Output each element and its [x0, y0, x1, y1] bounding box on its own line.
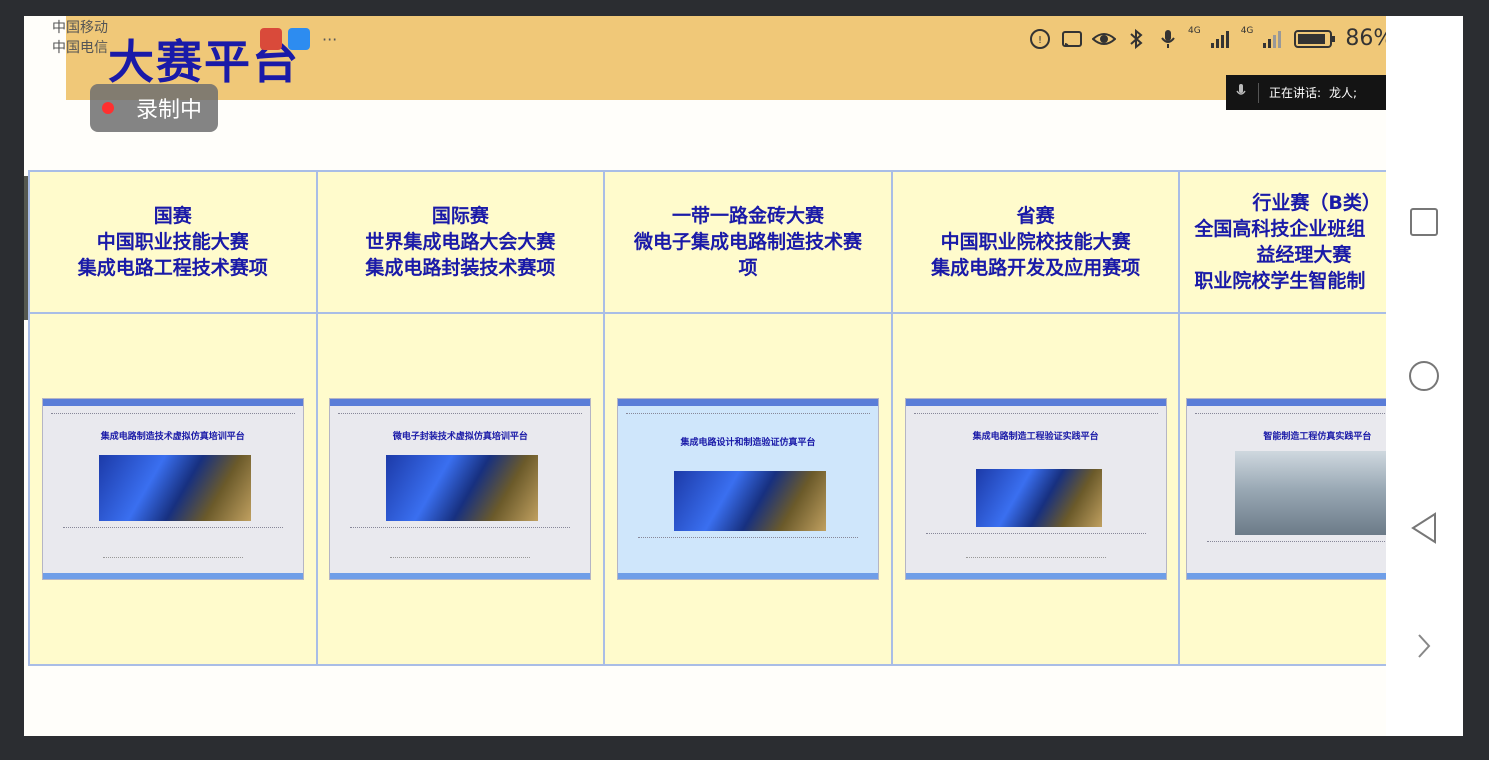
microphone-icon [1156, 27, 1180, 51]
platform-screenshot: 微电子封装技术虚拟仿真培训平台 [329, 398, 592, 580]
carrier-1: 中国移动 [52, 20, 108, 36]
speaker-name: 龙人; [1329, 86, 1358, 100]
cast-icon [1060, 27, 1084, 51]
head-line: 中国职业院校技能大赛 [940, 231, 1131, 253]
column-head-2: 国际赛 世界集成电路大会大赛 集成电路封装技术赛项 [315, 170, 606, 314]
screenshot-title: 集成电路制造技术虚拟仿真培训平台 [100, 432, 245, 442]
column-head-1: 国赛 中国职业技能大赛 集成电路工程技术赛项 [28, 170, 318, 314]
wafer-image [975, 469, 1102, 527]
message-notification-icon [288, 28, 310, 50]
carrier-2: 中国电信 [52, 40, 108, 56]
column-body-3: 集成电路设计和制造验证仿真平台 [603, 312, 893, 666]
system-navigation [1386, 16, 1463, 736]
screenshot-title: 集成电路制造工程验证实践平台 [972, 432, 1099, 442]
column-body-4: 集成电路制造工程验证实践平台 [890, 312, 1181, 666]
platform-screenshot: 集成电路制造工程验证实践平台 [904, 398, 1167, 580]
factory-image [1235, 451, 1406, 535]
screen-frame: 中国移动 中国电信 大赛平台 ··· ! 4G 4G 86% 录制中 正在讲话:… [24, 16, 1463, 736]
signal-2-label: 4G [1240, 26, 1254, 36]
head-line: 微电子集成电路制造技术赛 [633, 231, 862, 253]
circle-icon[interactable] [1408, 360, 1440, 392]
square-icon[interactable] [1408, 206, 1440, 238]
more-notifications: ··· [322, 29, 338, 49]
platform-screenshot: 集成电路制造技术虚拟仿真培训平台 [41, 398, 304, 580]
head-line: 中国职业技能大赛 [96, 231, 249, 253]
recording-indicator[interactable]: 录制中 [90, 84, 218, 132]
wafer-image [98, 455, 251, 521]
head-line: 世界集成电路大会大赛 [365, 231, 556, 253]
chevron-right-icon[interactable] [1408, 630, 1440, 662]
signal-1-icon [1209, 27, 1233, 51]
notification-icons: ··· [260, 28, 337, 50]
screenshot-title: 集成电路设计和制造验证仿真平台 [680, 438, 816, 448]
column-body-1: 集成电路制造技术虚拟仿真培训平台 [28, 312, 318, 666]
signal-2-icon [1261, 27, 1285, 51]
carrier-info: 中国移动 中国电信 [52, 18, 108, 58]
head-line: 一带一路金砖大赛 [671, 205, 824, 227]
head-line: 集成电路封装技术赛项 [365, 257, 556, 279]
recording-label: 录制中 [136, 98, 203, 123]
wafer-image [386, 455, 539, 521]
signal-1-label: 4G [1188, 26, 1201, 36]
microphone-icon [1236, 83, 1246, 102]
head-line: 省赛 [1016, 205, 1055, 227]
head-line: 集成电路工程技术赛项 [77, 257, 268, 279]
record-dot-icon [102, 102, 114, 114]
eye-icon [1092, 27, 1116, 51]
head-line: 集成电路开发及应用赛项 [931, 257, 1141, 279]
app-notification-icon [260, 28, 282, 50]
status-icons: ! 4G 4G 86% [1028, 26, 1394, 51]
screenshot-title: 微电子封装技术虚拟仿真培训平台 [392, 432, 528, 442]
back-triangle-icon[interactable] [1408, 512, 1440, 544]
speaking-prefix: 正在讲话: [1269, 86, 1322, 100]
column-body-2: 微电子封装技术虚拟仿真培训平台 [315, 312, 606, 666]
svg-text:!: ! [1038, 35, 1042, 46]
head-line: 国赛 [153, 205, 192, 227]
data-saver-icon: ! [1028, 27, 1052, 51]
battery-icon [1293, 27, 1337, 51]
head-line: 项 [738, 257, 758, 279]
platform-screenshot: 集成电路设计和制造验证仿真平台 [616, 398, 879, 580]
competition-grid: 国赛 中国职业技能大赛 集成电路工程技术赛项 国际赛 世界集成电路大会大赛 集成… [28, 170, 1463, 666]
column-head-4: 省赛 中国职业院校技能大赛 集成电路开发及应用赛项 [890, 170, 1181, 314]
head-line: 国际赛 [431, 205, 489, 227]
column-head-3: 一带一路金砖大赛 微电子集成电路制造技术赛 项 [603, 170, 893, 314]
bluetooth-icon [1124, 27, 1148, 51]
wafer-image [673, 471, 826, 531]
